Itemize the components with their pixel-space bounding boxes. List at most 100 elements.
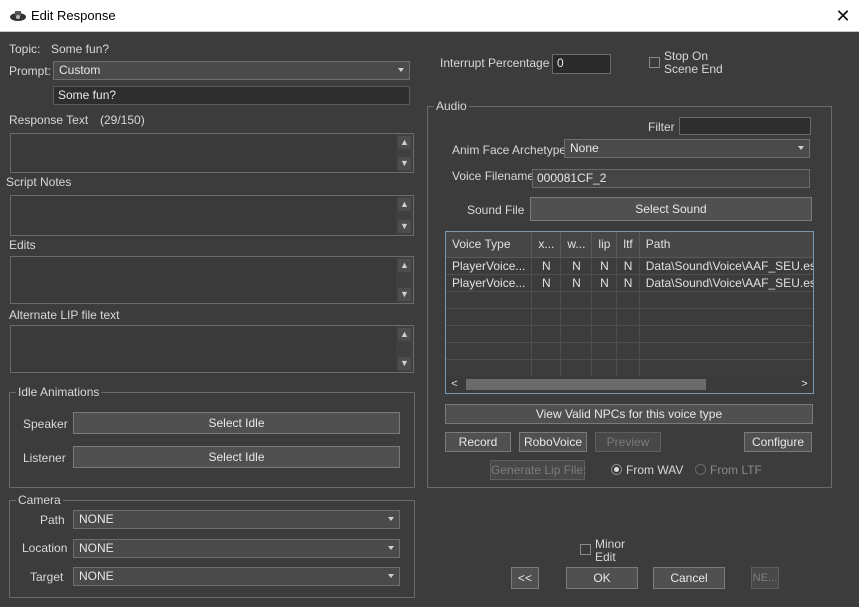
title-bar: Edit Response ✕ [0, 0, 859, 32]
camera-target-label: Target [30, 570, 64, 584]
prompt-dropdown[interactable]: Custom [53, 61, 410, 80]
cell-ltf: N [616, 274, 640, 292]
edits-area[interactable]: ▲ ▼ [10, 256, 414, 304]
edits-label: Edits [9, 238, 36, 252]
camera-path-label: Path [40, 513, 65, 527]
table-row[interactable]: PlayerVoice... N N N N Data\Sound\Voice\… [446, 257, 813, 275]
vertical-scrollbar[interactable]: ▲ ▼ [396, 196, 413, 235]
minor-edit-label: Minor Edit [595, 538, 625, 564]
speaker-select-idle-button[interactable]: Select Idle [73, 412, 400, 434]
from-wav-radio[interactable] [611, 464, 622, 475]
chevron-down-icon [388, 546, 394, 550]
view-valid-npcs-button[interactable]: View Valid NPCs for this voice type [445, 404, 813, 424]
alt-lip-label: Alternate LIP file text [9, 308, 120, 322]
script-notes-label: Script Notes [6, 175, 72, 189]
table-row-empty [446, 291, 813, 309]
generate-lip-file-button[interactable]: Generate Lip File: [490, 460, 586, 480]
anim-face-archetype-dropdown[interactable]: None [564, 139, 810, 158]
sound-file-label: Sound File [467, 203, 525, 217]
scroll-down-icon[interactable]: ▼ [398, 357, 411, 370]
camera-location-value: NONE [79, 541, 114, 555]
configure-button[interactable]: Configure [744, 432, 812, 452]
minor-edit-line1: Minor [595, 537, 626, 551]
voice-type-table-grid: Voice Type x... w... lip ltf Path Player… [446, 232, 813, 377]
column-header-w[interactable]: w... [560, 232, 593, 258]
minor-edit-checkbox[interactable] [580, 544, 591, 555]
column-header-lip[interactable]: lip [591, 232, 618, 258]
next-button[interactable]: NE... [751, 567, 779, 589]
prompt-label: Prompt: [9, 64, 52, 78]
minor-edit-line2: Edit [595, 550, 616, 564]
robovoice-button[interactable]: RoboVoice [519, 432, 587, 452]
table-row-empty [446, 308, 813, 326]
scroll-left-icon[interactable]: < [446, 376, 463, 393]
window-title: Edit Response [31, 8, 116, 23]
cell-voice-type: PlayerVoice... [446, 257, 533, 275]
topic-label: Topic: [9, 42, 41, 56]
filter-input[interactable] [679, 117, 811, 135]
script-notes-area[interactable]: ▲ ▼ [10, 195, 414, 236]
camera-location-dropdown[interactable]: NONE [73, 539, 400, 558]
cell-ltf: N [616, 257, 640, 275]
table-row[interactable]: PlayerVoice... N N N N Data\Sound\Voice\… [446, 274, 813, 292]
voice-type-table[interactable]: Voice Type x... w... lip ltf Path Player… [445, 231, 814, 394]
camera-location-label: Location [22, 541, 68, 555]
scroll-up-icon[interactable]: ▲ [398, 328, 411, 341]
close-icon[interactable]: ✕ [831, 4, 855, 28]
filter-label: Filter [648, 120, 675, 134]
chevron-down-icon [388, 517, 394, 521]
stop-on-scene-end-checkbox[interactable] [649, 57, 660, 68]
scroll-up-icon[interactable]: ▲ [398, 198, 411, 211]
preview-button[interactable]: Preview [595, 432, 661, 452]
anim-face-archetype-value: None [570, 141, 599, 155]
prompt-text-field[interactable]: Some fun? [53, 86, 410, 105]
cell-w: N [560, 257, 593, 275]
voice-filename-field[interactable]: 000081CF_2 [532, 169, 810, 188]
column-header-voice-type[interactable]: Voice Type [446, 232, 533, 258]
record-button[interactable]: Record [445, 432, 511, 452]
from-ltf-label: From LTF [710, 463, 762, 477]
idle-animations-title: Idle Animations [16, 385, 102, 399]
stop-on-scene-end-label: Stop On Scene End [664, 50, 723, 76]
anim-face-archetype-label: Anim Face Archetype [452, 143, 567, 157]
previous-button[interactable]: << [511, 567, 539, 589]
response-text-area[interactable]: ▲ ▼ [10, 133, 414, 173]
vertical-scrollbar[interactable]: ▲ ▼ [396, 257, 413, 303]
column-header-ltf[interactable]: ltf [616, 232, 640, 258]
scroll-down-icon[interactable]: ▼ [398, 288, 411, 301]
table-row-empty [446, 359, 813, 377]
scroll-right-icon[interactable]: > [796, 376, 813, 393]
camera-target-dropdown[interactable]: NONE [73, 567, 400, 586]
response-text-label: Response Text [9, 113, 89, 127]
horizontal-scrollbar[interactable]: < > [446, 376, 813, 393]
scroll-up-icon[interactable]: ▲ [398, 136, 411, 149]
cell-path: Data\Sound\Voice\AAF_SEU.esp [639, 274, 813, 292]
column-header-x[interactable]: x... [531, 232, 562, 258]
select-sound-button[interactable]: Select Sound [530, 197, 812, 221]
scroll-up-icon[interactable]: ▲ [398, 259, 411, 272]
cell-lip: N [591, 257, 618, 275]
stop-on-scene-end-line2: Scene End [664, 62, 723, 76]
topic-value: Some fun? [51, 42, 110, 56]
scrollbar-thumb[interactable] [466, 379, 706, 390]
camera-path-dropdown[interactable]: NONE [73, 510, 400, 529]
vertical-scrollbar[interactable]: ▲ ▼ [396, 134, 413, 172]
cell-x: N [531, 257, 562, 275]
ok-button[interactable]: OK [566, 567, 638, 589]
vertical-scrollbar[interactable]: ▲ ▼ [396, 326, 413, 372]
interrupt-percentage-input[interactable]: 0 [552, 54, 611, 74]
cell-lip: N [591, 274, 618, 292]
scroll-down-icon[interactable]: ▼ [398, 220, 411, 233]
scroll-down-icon[interactable]: ▼ [398, 157, 411, 170]
cancel-button[interactable]: Cancel [653, 567, 725, 589]
listener-label: Listener [23, 451, 66, 465]
speaker-label: Speaker [23, 417, 68, 431]
alt-lip-text-area[interactable]: ▲ ▼ [10, 325, 414, 373]
response-char-count: (29/150) [100, 113, 145, 127]
from-ltf-radio[interactable] [695, 464, 706, 475]
voice-filename-label: Voice Filename [452, 169, 535, 183]
cell-voice-type: PlayerVoice... [446, 274, 533, 292]
listener-select-idle-button[interactable]: Select Idle [73, 446, 400, 468]
camera-title: Camera [16, 493, 63, 507]
column-header-path[interactable]: Path [639, 232, 813, 258]
